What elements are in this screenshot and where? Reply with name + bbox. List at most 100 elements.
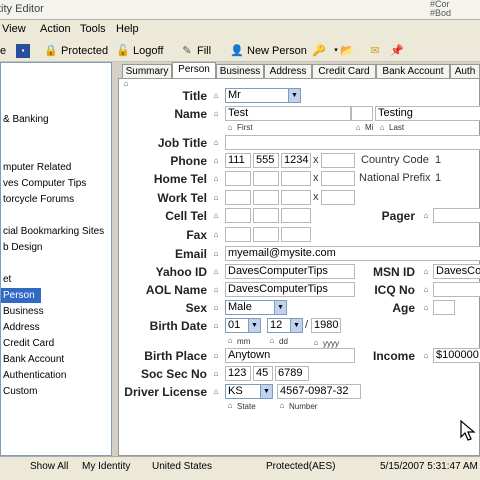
save-button[interactable]: ▪ — [16, 42, 30, 59]
status-datetime: 5/15/2007 5:31:47 AM — [380, 461, 478, 472]
pin-button[interactable]: 📌 — [390, 42, 404, 59]
phone-prefix-field[interactable]: 555 — [253, 153, 279, 168]
fax-line-field[interactable] — [281, 227, 311, 242]
lock-icon: ⌂ — [313, 338, 319, 347]
birth-year-field[interactable]: 1980 — [311, 318, 341, 333]
icq-no-label: ICQ No — [374, 283, 415, 297]
lock-icon: ⌂ — [213, 351, 219, 360]
tree-item-credit-card[interactable]: Credit Card — [1, 336, 54, 351]
keys-button[interactable]: 🔑 ▾ — [312, 42, 343, 59]
national-prefix-label: National Prefix — [359, 172, 431, 184]
home-tel-line-field[interactable] — [281, 171, 311, 186]
lock-icon: ⌂ — [227, 401, 233, 410]
birth-day-select[interactable]: 12 ▼ — [267, 318, 303, 333]
tree-item-computer-related[interactable]: mputer Related — [1, 160, 71, 175]
lock-icon: ⌂ — [213, 156, 219, 165]
tab-person[interactable]: Person — [172, 62, 216, 79]
ssn-part1-field[interactable]: 123 — [225, 366, 251, 381]
tab-authentication[interactable]: Auth — [450, 64, 480, 79]
partial-button[interactable]: e — [0, 42, 6, 59]
tree-item-banking[interactable]: & Banking — [1, 112, 49, 127]
tree-item-bank-account[interactable]: Bank Account — [1, 352, 64, 367]
license-number-field[interactable]: 4567-0987-32 — [277, 384, 361, 399]
tree-item-web-design[interactable]: b Design — [1, 240, 42, 255]
email-field[interactable]: myemail@mysite.com — [225, 246, 480, 261]
fax-prefix-field[interactable] — [253, 227, 279, 242]
person-icon: 👤 — [230, 44, 244, 57]
phone-area-field[interactable]: 111 — [225, 153, 251, 168]
protected-button[interactable]: 🔒 Protected — [44, 42, 108, 59]
tree-item-social-bookmarking[interactable]: cial Bookmarking Sites — [1, 224, 104, 239]
phone-ext-field[interactable] — [321, 153, 355, 168]
tab-credit-card[interactable]: Credit Card — [312, 64, 376, 79]
tree-item-address[interactable]: Address — [1, 320, 40, 335]
lock-icon: ⌂ — [227, 336, 233, 345]
fill-button[interactable]: ✎ Fill — [180, 42, 211, 59]
work-tel-area-field[interactable] — [225, 190, 251, 205]
work-tel-ext-field[interactable] — [321, 190, 355, 205]
import-button[interactable]: 📂 — [340, 42, 354, 59]
ssn-part3-field[interactable]: 6789 — [275, 366, 309, 381]
status-show-all[interactable]: Show All — [30, 461, 68, 472]
work-tel-prefix-field[interactable] — [253, 190, 279, 205]
lock-icon: ⌂ — [213, 369, 219, 378]
last-name-field[interactable]: Testing — [375, 106, 480, 121]
menu-tools[interactable]: Tools — [80, 23, 106, 35]
age-field[interactable] — [433, 300, 455, 315]
country-code-value: 1 — [435, 154, 442, 166]
pin-icon: 📌 — [390, 44, 404, 57]
middle-initial-field[interactable] — [351, 106, 373, 121]
title-bar: tity Editor #Cor #Bod — [0, 0, 480, 20]
lock-icon: ⌂ — [227, 123, 233, 132]
tab-bank-account[interactable]: Bank Account — [376, 64, 450, 79]
country-code-label: Country Code — [361, 154, 429, 166]
ssn-part2-field[interactable]: 45 — [253, 366, 273, 381]
tree-item-daves-computer-tips[interactable]: ves Computer Tips — [1, 176, 86, 191]
icq-no-field[interactable] — [433, 282, 480, 297]
cell-tel-line-field[interactable] — [281, 208, 311, 223]
folder-icon: 📂 — [340, 44, 354, 57]
home-tel-prefix-field[interactable] — [253, 171, 279, 186]
tree-item-motorcycle-forums[interactable]: torcycle Forums — [1, 192, 74, 207]
birth-month-select[interactable]: 01 ▼ — [225, 318, 261, 333]
dd-sublabel: dd — [279, 337, 288, 346]
pager-field[interactable] — [433, 208, 480, 223]
first-name-field[interactable]: Test — [225, 106, 351, 121]
fax-area-field[interactable] — [225, 227, 251, 242]
home-tel-area-field[interactable] — [225, 171, 251, 186]
lock-icon: ⌂ — [213, 387, 219, 396]
tree-item-set[interactable]: et — [1, 272, 11, 287]
license-state-select[interactable]: KS ▼ — [225, 384, 273, 399]
email-button[interactable]: ✉ — [368, 42, 382, 59]
work-tel-label: Work Tel — [157, 191, 207, 205]
tree-item-custom[interactable]: Custom — [1, 384, 37, 399]
work-tel-line-field[interactable] — [281, 190, 311, 205]
tree-item-person[interactable]: Person — [1, 288, 41, 303]
home-tel-ext-field[interactable] — [321, 171, 355, 186]
tree-item-authentication[interactable]: Authentication — [1, 368, 66, 383]
tab-summary[interactable]: Summary — [122, 64, 172, 79]
cell-tel-area-field[interactable] — [225, 208, 251, 223]
income-label: Income — [372, 349, 415, 363]
income-field[interactable]: $100000 — [433, 348, 480, 363]
tab-business[interactable]: Business — [216, 64, 264, 79]
menu-action[interactable]: Action — [40, 23, 71, 35]
tree-item-business[interactable]: Business — [1, 304, 44, 319]
lock-icon: ⌂ — [423, 211, 429, 220]
lock-icon: ⌂ — [213, 138, 219, 147]
phone-line-field[interactable]: 1234 — [281, 153, 311, 168]
new-person-button[interactable]: 👤 New Person — [230, 42, 307, 59]
logoff-button[interactable]: 🔓 Logoff — [116, 42, 163, 59]
mouse-cursor-icon — [460, 419, 476, 441]
job-title-field[interactable] — [225, 135, 480, 150]
menu-view[interactable]: View — [2, 23, 26, 35]
tab-address[interactable]: Address — [264, 64, 312, 79]
state-sublabel: State — [237, 402, 256, 411]
cell-tel-prefix-field[interactable] — [253, 208, 279, 223]
status-protection: Protected(AES) — [266, 461, 336, 472]
menu-help[interactable]: Help — [116, 23, 139, 35]
sex-select[interactable]: Male ▼ — [225, 300, 287, 315]
msn-id-field[interactable]: DavesCo — [433, 264, 480, 279]
title-select[interactable]: Mr ▼ — [225, 88, 301, 103]
lock-icon: 🔒 — [44, 44, 58, 57]
